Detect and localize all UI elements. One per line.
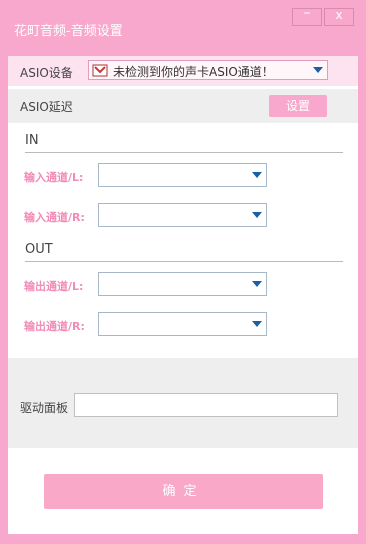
input-channel-left-label: 输入通道/L: [24, 171, 84, 184]
driver-panel-label: 驱动面板 [20, 401, 69, 415]
confirm-button[interactable]: 确定 [44, 474, 323, 509]
title-bar[interactable]: 花町音频-音频设置 – x [0, 0, 366, 56]
output-channel-left-label: 输出通道/L: [24, 280, 84, 293]
output-channel-right-select[interactable] [98, 312, 267, 336]
asio-device-label: ASIO设备 [20, 66, 73, 80]
driver-panel-field[interactable] [74, 393, 338, 417]
asio-latency-label: ASIO延迟 [20, 100, 73, 114]
input-channel-left-select[interactable] [98, 163, 267, 187]
settings-panel: ASIO设备 未检测到你的声卡ASIO通道！ ASIO延迟 设置 IN 输入通道… [8, 56, 358, 534]
output-channel-left-select[interactable] [98, 272, 267, 296]
in-section-title: IN [25, 133, 39, 148]
in-section-divider [25, 152, 343, 153]
audio-settings-window: 花町音频-音频设置 – x ASIO设备 未检测到你的声卡ASIO通道！ ASI… [0, 0, 366, 544]
asio-device-select[interactable]: 未检测到你的声卡ASIO通道！ [88, 60, 328, 80]
asio-latency-row: ASIO延迟 设置 [8, 89, 358, 123]
minimize-icon: – [303, 5, 311, 21]
minimize-button[interactable]: – [292, 5, 322, 26]
chevron-down-icon[interactable] [252, 212, 262, 218]
asio-device-row: ASIO设备 未检测到你的声卡ASIO通道！ [8, 56, 358, 86]
chevron-down-icon[interactable] [252, 321, 262, 327]
close-icon: x [335, 8, 343, 22]
input-channel-right-select[interactable] [98, 203, 267, 227]
close-button[interactable]: x [324, 8, 354, 26]
output-channel-right-label: 输出通道/R: [24, 320, 85, 333]
input-channel-right-label: 输入通道/R: [24, 211, 85, 224]
asio-device-value: 未检测到你的声卡ASIO通道！ [113, 65, 274, 79]
window-title: 花町音频-音频设置 [14, 24, 123, 39]
chevron-down-icon[interactable] [313, 67, 323, 73]
out-section-title: OUT [25, 242, 53, 257]
asio-device-icon [92, 64, 108, 77]
chevron-down-icon[interactable] [252, 172, 262, 178]
settings-button[interactable]: 设置 [269, 95, 327, 117]
chevron-down-icon[interactable] [252, 281, 262, 287]
out-section-divider [25, 261, 343, 262]
driver-panel-row: 驱动面板 [8, 358, 358, 448]
